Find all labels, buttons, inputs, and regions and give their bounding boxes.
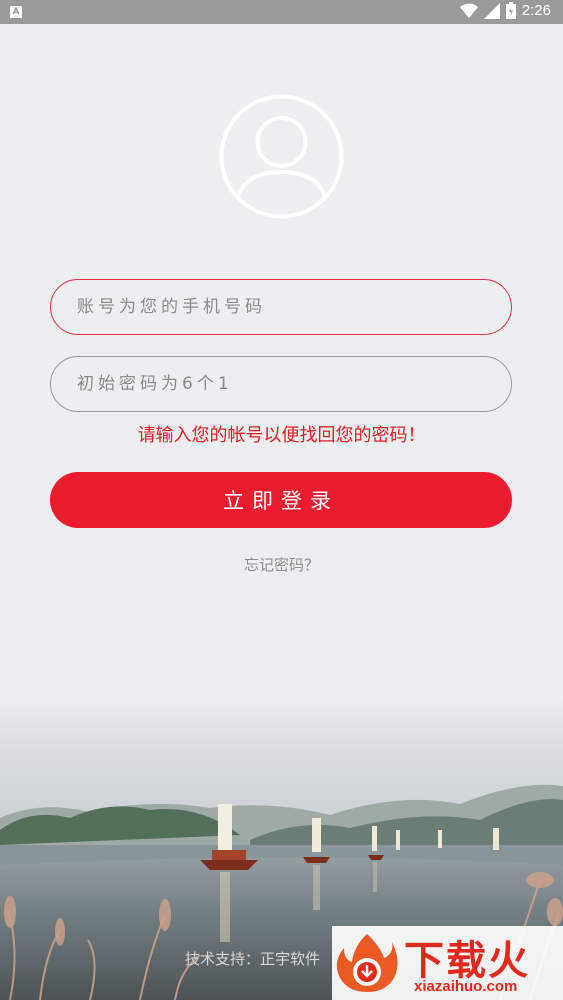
user-icon (219, 94, 344, 219)
password-input[interactable] (51, 357, 511, 411)
footer-credit: 技术支持：正宇软件 (185, 950, 321, 968)
password-field[interactable] (50, 356, 512, 412)
account-field[interactable] (50, 279, 512, 335)
forgot-password-link[interactable]: 忘记密码？ (0, 554, 563, 575)
status-bar: A 2:26 (0, 0, 563, 24)
account-input[interactable] (51, 280, 511, 334)
login-button[interactable]: 立即登录 (50, 472, 512, 528)
watermark-url: xiazaihuo.com (414, 978, 518, 995)
wifi-icon (459, 3, 478, 18)
watermark-banner: 下载火 xiazaihuo.com (332, 926, 563, 1000)
battery-icon (505, 2, 516, 19)
signal-icon (483, 2, 500, 19)
status-icons: 2:26 (459, 2, 551, 19)
clock: 2:26 (521, 2, 551, 19)
flame-logo-icon (336, 934, 398, 992)
app-notification-icon: A (10, 6, 22, 18)
hint-text: 请输入您的帐号以便找回您的密码！ (137, 425, 426, 446)
